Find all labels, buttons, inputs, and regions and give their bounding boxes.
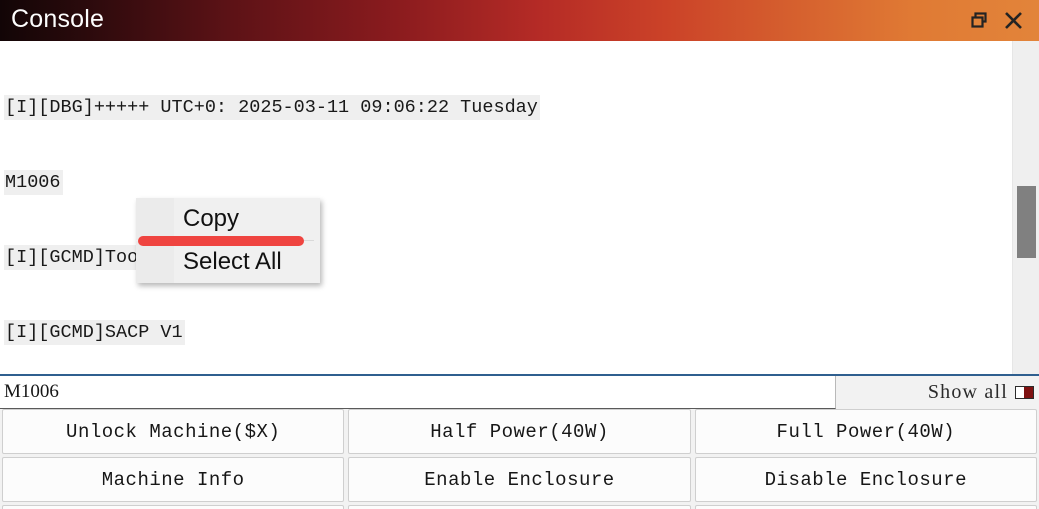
button-row: Unlock Machine($X) Half Power(40W) Full … [0,409,1039,454]
context-menu-item-label: Copy [183,205,240,232]
console-line: M1006 [4,170,63,195]
show-all-toggle[interactable] [1015,386,1034,399]
show-all-label: Show all [927,381,1008,403]
close-icon[interactable] [996,0,1030,41]
annotation-stroke [138,236,304,246]
title-bar: Console [0,0,1039,41]
window-title: Console [11,4,105,33]
restore-window-icon[interactable] [962,0,996,41]
context-menu-item-label: Select All [183,248,282,275]
context-menu-item-select-all[interactable]: Select All [136,241,320,283]
command-button-grid: Unlock Machine($X) Half Power(40W) Full … [0,409,1039,509]
console-line: [I][DBG]+++++ UTC+0: 2025-03-11 09:06:22… [4,95,540,120]
button-row-partial [0,505,1039,509]
enable-enclosure-button[interactable]: Enable Enclosure [348,457,691,502]
context-menu-item-copy[interactable]: Copy [136,198,320,240]
button-row: Machine Info Enable Enclosure Disable En… [0,457,1039,502]
command-button[interactable] [348,505,691,509]
command-button[interactable] [694,505,1037,509]
scrollbar-thumb[interactable] [1017,186,1036,258]
full-power-button[interactable]: Full Power(40W) [694,409,1037,454]
context-menu-icon-gutter [136,198,174,240]
machine-info-button[interactable]: Machine Info [2,457,345,502]
console-line: [I][GCMD]SACP V1 [4,320,185,345]
console-window: Console [I][DBG]+++++ UTC+0: 2025-03-11 … [0,0,1039,509]
command-input-row: Show all [0,376,1039,409]
half-power-button[interactable]: Half Power(40W) [348,409,691,454]
command-button[interactable] [2,505,345,509]
unlock-machine-button[interactable]: Unlock Machine($X) [2,409,345,454]
show-all-control[interactable]: Show all [836,376,1039,409]
console-scrollbar[interactable] [1012,41,1039,376]
disable-enclosure-button[interactable]: Disable Enclosure [694,457,1037,502]
context-menu-icon-gutter [136,241,174,283]
command-input[interactable] [0,376,836,409]
toggle-fill [1024,387,1033,398]
toggle-knob [1016,387,1024,398]
